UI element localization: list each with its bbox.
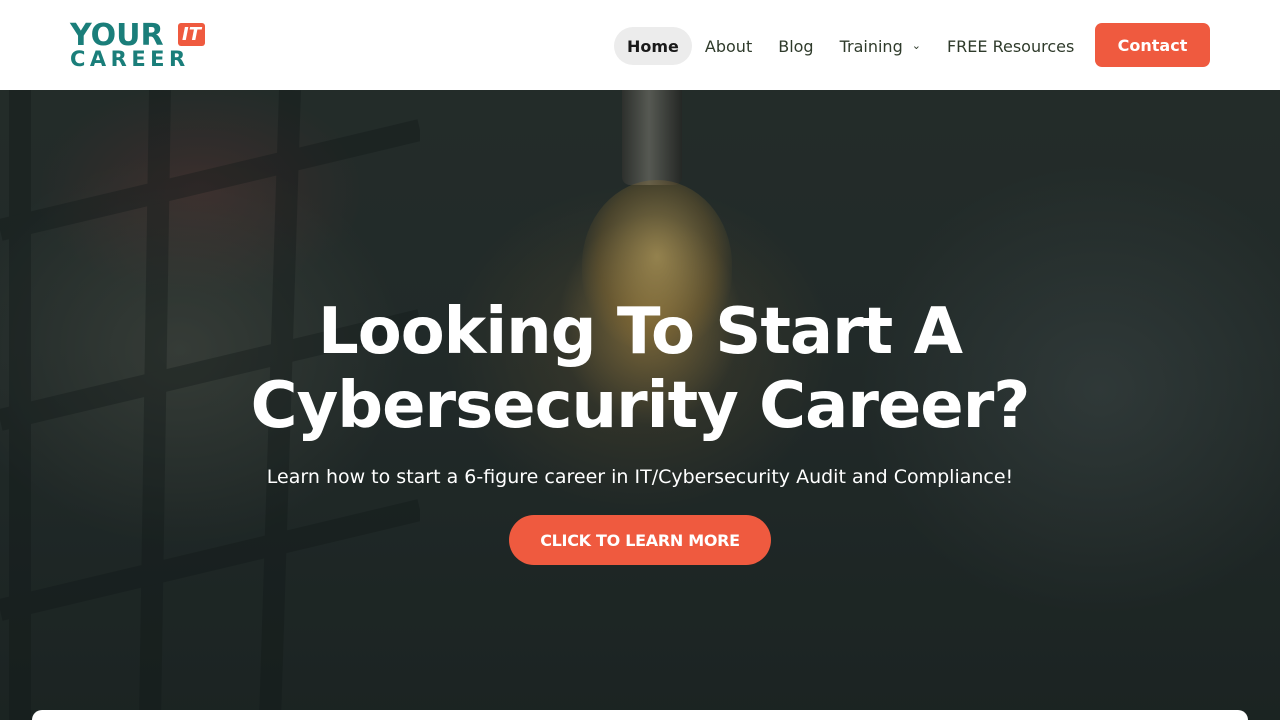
- nav-item-free-resources[interactable]: FREE Resources: [934, 27, 1087, 65]
- logo-it-badge: IT: [178, 23, 205, 46]
- site-header: YOUR IT CAREER Home About Blog Training …: [0, 0, 1280, 90]
- site-logo[interactable]: YOUR IT CAREER: [70, 20, 210, 70]
- content-card-top: [32, 710, 1248, 720]
- hero-title: Looking To Start A Cybersecurity Career?: [0, 295, 1280, 443]
- logo-career-text: CAREER: [70, 47, 190, 71]
- main-nav: Home About Blog Training ⌄ FREE Resource…: [614, 27, 1087, 65]
- contact-button[interactable]: Contact: [1095, 23, 1210, 67]
- nav-item-home[interactable]: Home: [614, 27, 692, 65]
- learn-more-button[interactable]: CLICK TO LEARN MORE: [509, 515, 771, 565]
- nav-item-blog[interactable]: Blog: [765, 27, 826, 65]
- hero-title-line-1: Looking To Start A: [317, 295, 963, 369]
- nav-item-training-label: Training: [839, 36, 903, 56]
- nav-item-training[interactable]: Training ⌄: [827, 27, 934, 65]
- hero-title-line-2: Cybersecurity Career?: [250, 369, 1031, 443]
- chevron-down-icon[interactable]: ⌄: [912, 39, 921, 52]
- hero-subtitle: Learn how to start a 6-figure career in …: [266, 466, 1014, 488]
- nav-item-about[interactable]: About: [692, 27, 765, 65]
- hero-section: Looking To Start A Cybersecurity Career?…: [0, 90, 1280, 720]
